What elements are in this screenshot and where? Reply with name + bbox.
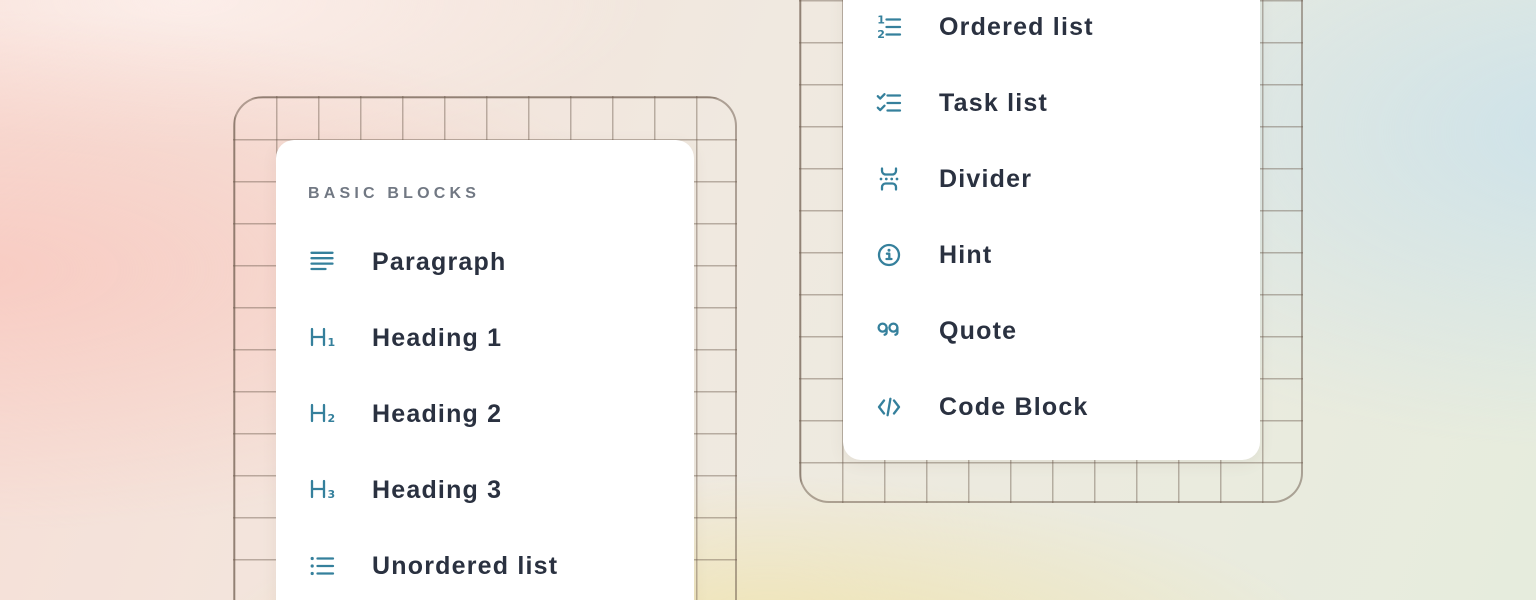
heading-2-icon: 2 xyxy=(308,400,336,428)
quote-icon xyxy=(875,317,903,345)
code-block-icon xyxy=(875,393,903,421)
menu-item-paragraph[interactable]: Paragraph xyxy=(308,242,694,282)
menu-item-quote[interactable]: Quote xyxy=(875,311,1260,351)
menu-item-label: Code Block xyxy=(939,393,1089,422)
svg-text:1: 1 xyxy=(877,13,885,26)
svg-text:1: 1 xyxy=(328,336,336,349)
menu-item-hint[interactable]: Hint xyxy=(875,235,1260,275)
menu-item-divider[interactable]: Divider xyxy=(875,159,1260,199)
menu-item-task-list[interactable]: Task list xyxy=(875,83,1260,123)
task-list-icon xyxy=(875,89,903,117)
menu-item-label: Task list xyxy=(939,89,1048,118)
menu-item-label: Unordered list xyxy=(372,552,558,581)
menu-item-label: Paragraph xyxy=(372,248,506,277)
menu-item-heading-2[interactable]: 2 Heading 2 xyxy=(308,394,694,434)
menu-item-label: Quote xyxy=(939,317,1017,346)
menu-item-label: Heading 2 xyxy=(372,400,502,429)
menu-item-label: Divider xyxy=(939,165,1032,194)
menu-item-label: Heading 1 xyxy=(372,324,502,353)
svg-text:2: 2 xyxy=(328,412,336,425)
menu-item-ordered-list[interactable]: 1 2 Ordered list xyxy=(875,7,1260,47)
heading-1-icon: 1 xyxy=(308,324,336,352)
menu-item-label: Heading 3 xyxy=(372,476,502,505)
svg-text:2: 2 xyxy=(877,28,885,41)
menu-item-code-block[interactable]: Code Block xyxy=(875,387,1260,427)
menu-item-heading-3[interactable]: 3 Heading 3 xyxy=(308,470,694,510)
paragraph-icon xyxy=(308,248,336,276)
hint-icon xyxy=(875,241,903,269)
ordered-list-icon: 1 2 xyxy=(875,13,903,41)
blocks-menu-right: 1 2 Ordered list Task list Divider xyxy=(843,0,1260,460)
menu-item-heading-1[interactable]: 1 Heading 1 xyxy=(308,318,694,358)
divider-icon xyxy=(875,165,903,193)
unordered-list-icon xyxy=(308,552,336,580)
section-label: BASIC BLOCKS xyxy=(308,184,694,204)
basic-blocks-menu: BASIC BLOCKS Paragraph 1 Heading 1 2 Hea… xyxy=(276,140,694,600)
menu-item-label: Ordered list xyxy=(939,13,1094,42)
menu-item-label: Hint xyxy=(939,241,992,270)
svg-text:3: 3 xyxy=(328,488,336,501)
heading-3-icon: 3 xyxy=(308,476,336,504)
menu-item-unordered-list[interactable]: Unordered list xyxy=(308,546,694,586)
